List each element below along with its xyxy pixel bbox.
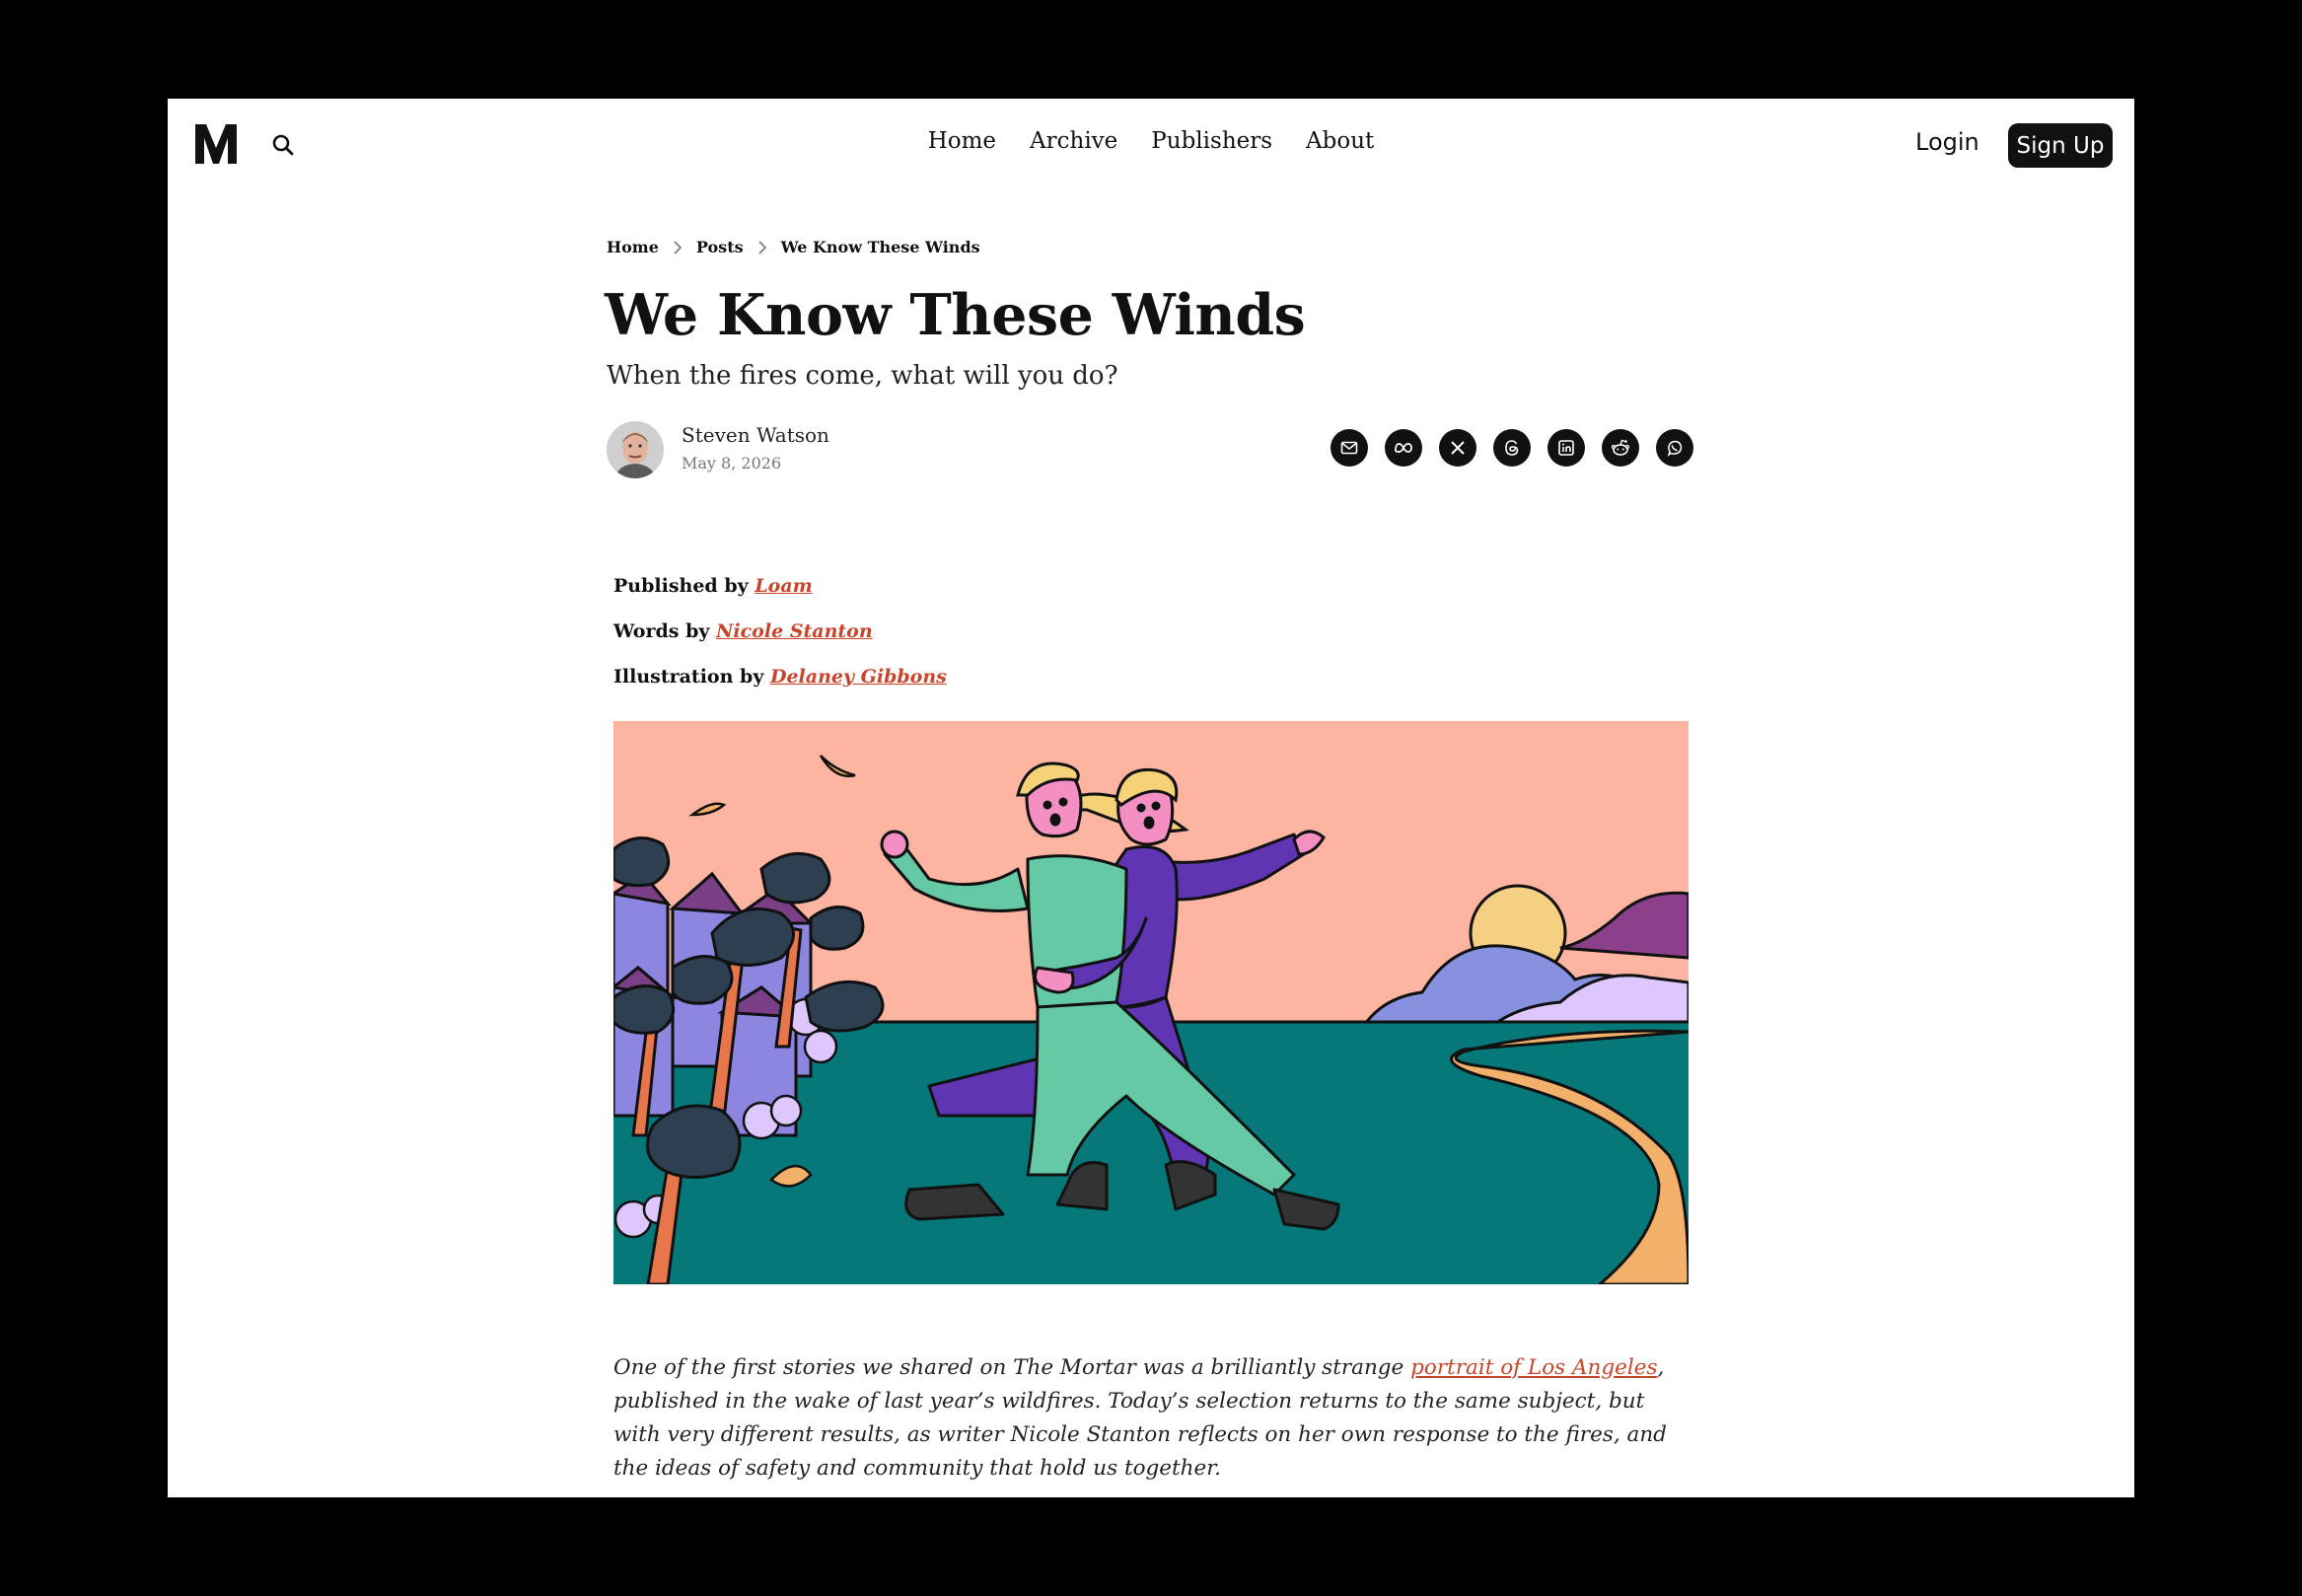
nav-about[interactable]: About bbox=[1306, 128, 1374, 154]
meta-icon bbox=[1395, 443, 1412, 453]
main-nav: Home Archive Publishers About bbox=[168, 128, 2134, 154]
page-title: We Know These Winds bbox=[605, 282, 1306, 348]
share-mail-button[interactable] bbox=[1331, 429, 1368, 467]
credit-illustration: Illustration by Delaney Gibbons bbox=[613, 666, 947, 688]
writer-link[interactable]: Nicole Stanton bbox=[716, 620, 873, 642]
portrait-link[interactable]: portrait of Los Angeles bbox=[1410, 1355, 1657, 1380]
login-link[interactable]: Login bbox=[1915, 128, 1979, 156]
credit-published-label: Published by bbox=[613, 575, 749, 597]
chevron-right-icon bbox=[758, 240, 766, 254]
credit-published: Published by Loam bbox=[613, 575, 813, 597]
avatar[interactable] bbox=[607, 421, 664, 478]
avatar-portrait-icon bbox=[607, 421, 664, 478]
threads-icon bbox=[1505, 440, 1519, 456]
share-threads-button[interactable] bbox=[1493, 429, 1531, 467]
intro-part-1: One of the first stories we shared on Th… bbox=[613, 1354, 1411, 1380]
linkedin-icon bbox=[1558, 440, 1574, 456]
breadcrumb-posts[interactable]: Posts bbox=[696, 238, 744, 256]
nav-publishers[interactable]: Publishers bbox=[1151, 128, 1272, 154]
article-intro: One of the first stories we shared on Th… bbox=[613, 1351, 1689, 1486]
publisher-link[interactable]: Loam bbox=[755, 575, 812, 597]
credit-words: Words by Nicole Stanton bbox=[613, 620, 873, 642]
reddit-icon bbox=[1611, 439, 1630, 456]
breadcrumb-current: We Know These Winds bbox=[780, 238, 980, 256]
page-subtitle: When the fires come, what will you do? bbox=[607, 361, 1118, 391]
chevron-right-icon bbox=[674, 240, 683, 254]
x-icon bbox=[1451, 441, 1465, 455]
share-reddit-button[interactable] bbox=[1602, 429, 1639, 467]
breadcrumb-home[interactable]: Home bbox=[607, 238, 659, 256]
credit-words-label: Words by bbox=[613, 620, 710, 642]
credit-illustration-label: Illustration by bbox=[613, 666, 764, 688]
illustrator-link[interactable]: Delaney Gibbons bbox=[770, 666, 947, 688]
share-whatsapp-button[interactable] bbox=[1656, 429, 1693, 467]
share-meta-button[interactable] bbox=[1385, 429, 1422, 467]
whatsapp-icon bbox=[1667, 440, 1683, 457]
signup-button[interactable]: Sign Up bbox=[2008, 123, 2113, 168]
share-x-button[interactable] bbox=[1439, 429, 1476, 467]
author-name[interactable]: Steven Watson bbox=[682, 423, 829, 447]
breadcrumb: Home Posts We Know These Winds bbox=[607, 238, 980, 256]
page: Home Archive Publishers About Login Sign… bbox=[168, 99, 2134, 1497]
share-bar bbox=[1331, 429, 1693, 467]
publish-date: May 8, 2026 bbox=[682, 454, 782, 472]
nav-archive[interactable]: Archive bbox=[1030, 128, 1117, 154]
nav-home[interactable]: Home bbox=[928, 128, 996, 154]
share-linkedin-button[interactable] bbox=[1547, 429, 1585, 467]
article-illustration bbox=[613, 721, 1689, 1284]
mail-icon bbox=[1340, 441, 1358, 455]
